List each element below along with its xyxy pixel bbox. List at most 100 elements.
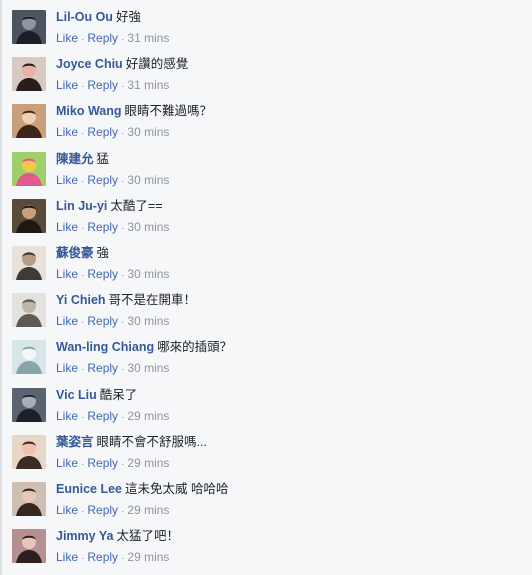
comment-item: 陳建允猛 Like · Reply · 30 mins [0, 142, 532, 189]
comment-header: 葉姿言 眼睛不會不舒服嗎... [56, 434, 524, 451]
commenter-name-link[interactable]: Jimmy Ya [56, 529, 113, 543]
comment-header: Lin Ju-yi 太酷了== [56, 198, 524, 215]
separator-dot: · [81, 553, 85, 565]
reply-link[interactable]: Reply [87, 78, 118, 92]
commenter-name-link[interactable]: Eunice Lee [56, 482, 122, 496]
avatar[interactable] [12, 481, 46, 516]
reply-link[interactable]: Reply [87, 31, 118, 45]
separator-dot: · [121, 364, 125, 376]
comment-header: Vic Liu 酷呆了 [56, 387, 524, 404]
comment-actions: Like · Reply · 29 mins [56, 549, 524, 565]
commenter-name-link[interactable]: Yi Chieh [56, 293, 106, 307]
comment-header: Miko Wang 眼睛不難過嗎？ [56, 103, 524, 120]
like-link[interactable]: Like [56, 173, 78, 187]
comment-header: Wan-ling Chiang 哪來的插頭？ [56, 339, 524, 356]
commenter-name-link[interactable]: 蘇俊豪 [56, 246, 94, 260]
avatar[interactable] [12, 104, 46, 139]
timestamp-link[interactable]: 31 mins [127, 78, 169, 92]
comment-header: Joyce Chiu 好讚的感覺 [56, 56, 524, 73]
avatar[interactable] [12, 245, 46, 280]
comment-item: Miko Wang 眼睛不難過嗎？ Like · Reply · 30 mins [0, 94, 532, 141]
comment-body: Miko Wang 眼睛不難過嗎？ Like · Reply · 30 mins [56, 103, 524, 140]
comment-item: Lin Ju-yi 太酷了== Like · Reply · 30 mins [0, 189, 532, 236]
comment-text: 這未免太威 哈哈哈 [125, 481, 229, 496]
reply-link[interactable]: Reply [87, 173, 118, 187]
timestamp-link[interactable]: 29 mins [127, 409, 169, 423]
reply-link[interactable]: Reply [87, 361, 118, 375]
commenter-name-link[interactable]: 陳建允 [56, 152, 94, 166]
separator-dot: · [81, 222, 85, 234]
timestamp-link[interactable]: 29 mins [127, 503, 169, 517]
commenter-name-link[interactable]: Lin Ju-yi [56, 199, 107, 213]
avatar[interactable] [12, 529, 46, 564]
avatar[interactable] [12, 57, 46, 92]
like-link[interactable]: Like [56, 220, 78, 234]
comment-item: 葉姿言 眼睛不會不舒服嗎... Like · Reply · 29 mins [0, 425, 532, 472]
avatar[interactable] [12, 293, 46, 328]
avatar[interactable] [12, 151, 46, 186]
separator-dot: · [121, 553, 125, 565]
like-link[interactable]: Like [56, 267, 78, 281]
like-link[interactable]: Like [56, 78, 78, 92]
like-link[interactable]: Like [56, 456, 78, 470]
like-link[interactable]: Like [56, 31, 78, 45]
comment-actions: Like · Reply · 31 mins [56, 77, 524, 93]
like-link[interactable]: Like [56, 125, 78, 139]
timestamp-link[interactable]: 30 mins [127, 361, 169, 375]
comment-body: Eunice Lee 這未免太威 哈哈哈 Like · Reply · 29 mins [56, 481, 524, 518]
timestamp-link[interactable]: 31 mins [127, 31, 169, 45]
comment-text: 太猛了吧！ [116, 529, 179, 544]
comment-body: Lil-Ou Ou 好強 Like · Reply · 31 mins [56, 9, 524, 46]
comment-text: 酷呆了 [99, 387, 138, 402]
commenter-name-link[interactable]: Vic Liu [56, 388, 97, 402]
timestamp-link[interactable]: 30 mins [127, 173, 169, 187]
timestamp-link[interactable]: 30 mins [127, 125, 169, 139]
separator-dot: · [121, 317, 125, 329]
timestamp-link[interactable]: 30 mins [127, 314, 169, 328]
reply-link[interactable]: Reply [87, 550, 118, 564]
reply-link[interactable]: Reply [87, 220, 118, 234]
avatar[interactable] [12, 10, 46, 44]
separator-dot: · [81, 81, 85, 93]
separator-dot: · [81, 317, 85, 329]
avatar[interactable] [12, 434, 46, 469]
commenter-name-link[interactable]: Miko Wang [56, 104, 122, 118]
avatar-photo-icon [12, 10, 46, 44]
separator-dot: · [121, 269, 125, 281]
comment-text: 哥不是在開車！ [108, 293, 197, 308]
avatar[interactable] [12, 198, 46, 233]
avatar-photo-icon [12, 198, 46, 233]
timestamp-link[interactable]: 30 mins [127, 267, 169, 281]
comment-actions: Like · Reply · 29 mins [56, 502, 524, 518]
like-link[interactable]: Like [56, 550, 78, 564]
comment-text: 眼睛不會不舒服嗎... [96, 434, 207, 449]
separator-dot: · [81, 128, 85, 140]
like-link[interactable]: Like [56, 314, 78, 328]
separator-dot: · [121, 505, 125, 517]
commenter-name-link[interactable]: 葉姿言 [56, 435, 94, 449]
timestamp-link[interactable]: 29 mins [127, 456, 169, 470]
commenter-name-link[interactable]: Joyce Chiu [56, 57, 123, 71]
separator-dot: · [81, 175, 85, 187]
reply-link[interactable]: Reply [87, 125, 118, 139]
timestamp-link[interactable]: 29 mins [127, 550, 169, 564]
like-link[interactable]: Like [56, 409, 78, 423]
like-link[interactable]: Like [56, 361, 78, 375]
comment-header: Yi Chieh 哥不是在開車！ [56, 292, 524, 309]
comment-actions: Like · Reply · 29 mins [56, 455, 524, 471]
avatar[interactable] [12, 340, 46, 375]
commenter-name-link[interactable]: Wan-ling Chiang [56, 340, 154, 354]
timestamp-link[interactable]: 30 mins [127, 220, 169, 234]
avatar[interactable] [12, 387, 46, 422]
commenter-name-link[interactable]: Lil-Ou Ou [56, 10, 113, 24]
reply-link[interactable]: Reply [87, 503, 118, 517]
like-link[interactable]: Like [56, 503, 78, 517]
comment-body: Vic Liu 酷呆了 Like · Reply · 29 mins [56, 387, 524, 424]
avatar-photo-icon [12, 293, 46, 328]
comment-item: Vic Liu 酷呆了 Like · Reply · 29 mins [0, 378, 532, 425]
reply-link[interactable]: Reply [87, 456, 118, 470]
reply-link[interactable]: Reply [87, 314, 118, 328]
reply-link[interactable]: Reply [87, 267, 118, 281]
comment-item: Jimmy Ya 太猛了吧！ Like · Reply · 29 mins [0, 519, 532, 566]
reply-link[interactable]: Reply [87, 409, 118, 423]
